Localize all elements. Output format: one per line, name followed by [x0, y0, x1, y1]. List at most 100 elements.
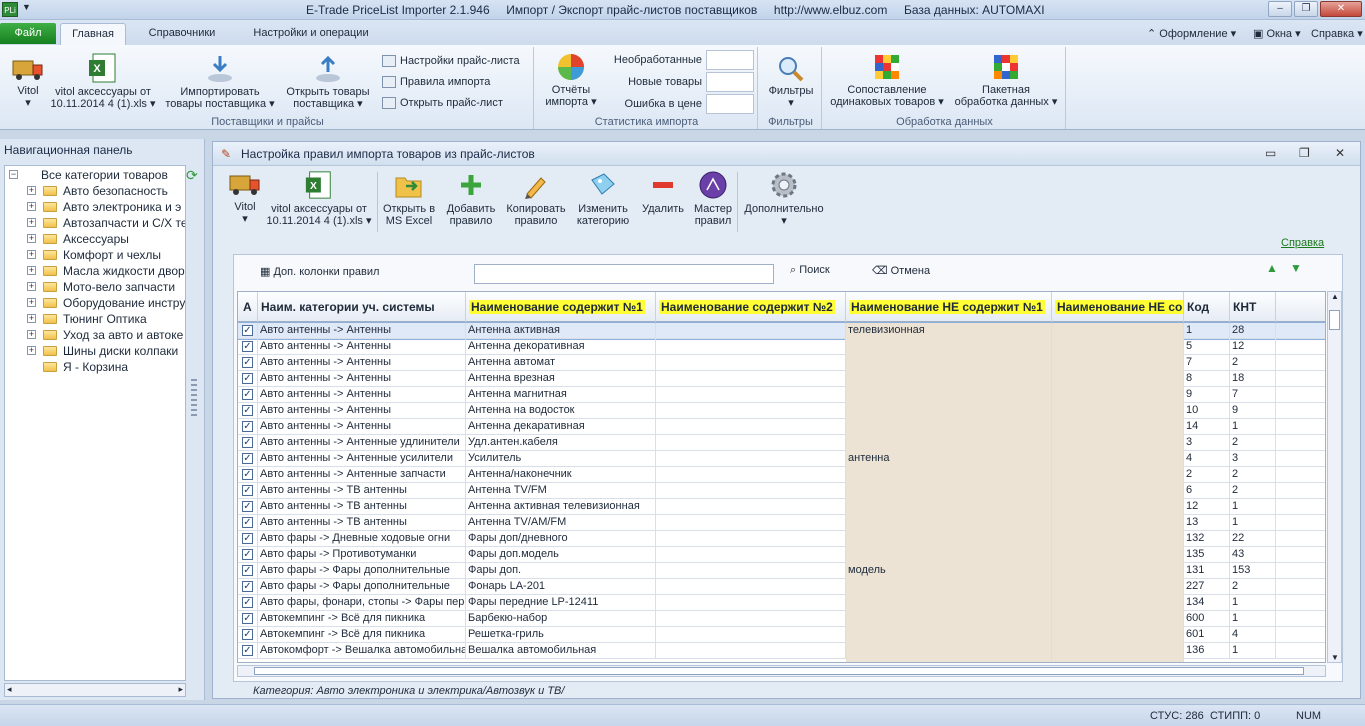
- table-cell[interactable]: 132: [1184, 531, 1230, 547]
- table-row[interactable]: ✓ Авто антенны -> Антенны Антенна автомат 7…: [238, 355, 1325, 371]
- column-header[interactable]: Наим. категории уч. системы: [258, 292, 466, 322]
- reports-button[interactable]: Отчёты импорта ▾: [540, 52, 602, 108]
- table-cell[interactable]: Автокемпинг -> Всё для пикника: [258, 627, 466, 643]
- table-cell[interactable]: [1052, 467, 1184, 483]
- tab-references[interactable]: Справочники: [136, 23, 228, 45]
- table-cell[interactable]: 1: [1230, 643, 1276, 659]
- table-cell[interactable]: 28: [1230, 323, 1276, 339]
- table-cell[interactable]: 43: [1230, 547, 1276, 563]
- table-cell[interactable]: Фары передние LP-12411: [466, 595, 656, 611]
- search-input[interactable]: [474, 264, 774, 284]
- row-checkbox[interactable]: ✓: [242, 453, 253, 464]
- table-cell[interactable]: [656, 547, 846, 563]
- table-cell[interactable]: 2: [1230, 355, 1276, 371]
- table-cell[interactable]: [1052, 515, 1184, 531]
- search-button[interactable]: ⌕ Поиск: [790, 264, 830, 277]
- move-up-icon[interactable]: ▲: [1266, 261, 1278, 275]
- compare-goods-button[interactable]: Сопоставление одинаковых товаров ▾: [826, 52, 948, 108]
- minimize-button[interactable]: ‒: [1268, 1, 1292, 17]
- restore-button[interactable]: ❐: [1294, 1, 1318, 17]
- scroll-up-icon[interactable]: ▲: [1331, 292, 1339, 301]
- table-cell[interactable]: [846, 579, 1052, 595]
- menu-help[interactable]: Справка ▾: [1311, 27, 1363, 40]
- row-checkbox[interactable]: ✓: [242, 549, 253, 560]
- table-row[interactable]: ✓ Авто фары -> Фары дополнительные Фонарь …: [238, 579, 1325, 595]
- table-row[interactable]: ✓ Авто фары -> Противотуманки Фары доп.мод…: [238, 547, 1325, 563]
- table-cell[interactable]: [1052, 387, 1184, 403]
- rules-wizard-button[interactable]: Мастер правил: [691, 170, 735, 227]
- extra-columns-button[interactable]: ▦ Доп. колонки правил: [260, 265, 379, 278]
- child-restore-button[interactable]: ❐: [1299, 146, 1310, 160]
- table-cell[interactable]: 3: [1184, 435, 1230, 451]
- table-cell[interactable]: Антенна автомат: [466, 355, 656, 371]
- table-cell[interactable]: 6: [1184, 483, 1230, 499]
- close-button[interactable]: ✕: [1320, 1, 1362, 17]
- price-file-button[interactable]: X vitol аксессуары от 10.11.2014 4 (1).xl…: [48, 52, 158, 110]
- table-cell[interactable]: Барбекю-набор: [466, 611, 656, 627]
- table-cell[interactable]: [1052, 611, 1184, 627]
- table-cell[interactable]: Авто антенны -> Антенны: [258, 339, 466, 355]
- table-cell[interactable]: [656, 563, 846, 579]
- table-cell[interactable]: 1: [1230, 515, 1276, 531]
- table-cell[interactable]: 7: [1230, 387, 1276, 403]
- table-cell[interactable]: [846, 643, 1052, 659]
- table-cell[interactable]: [1052, 579, 1184, 595]
- nav-horizontal-scrollbar[interactable]: ◂ ▸: [4, 683, 186, 697]
- table-cell[interactable]: 1: [1230, 611, 1276, 627]
- expand-icon[interactable]: +: [27, 282, 36, 291]
- cancel-search-button[interactable]: ⌫ Отмена: [872, 264, 930, 277]
- table-row[interactable]: ✓ Авто антенны -> Антенны Антенна декарати…: [238, 419, 1325, 435]
- import-rules-button[interactable]: Правила импорта: [382, 73, 490, 92]
- table-cell[interactable]: Авто фары -> Дневные ходовые огни: [258, 531, 466, 547]
- table-row[interactable]: ✓ Авто антенны -> Антенные удлинители Удл.…: [238, 435, 1325, 451]
- table-cell[interactable]: [1052, 627, 1184, 643]
- table-cell[interactable]: [846, 403, 1052, 419]
- table-cell[interactable]: Антенна на водосток: [466, 403, 656, 419]
- table-cell[interactable]: Авто антенны -> Антенны: [258, 387, 466, 403]
- help-link[interactable]: Справка: [1281, 237, 1324, 249]
- table-cell[interactable]: Авто фары -> Фары дополнительные: [258, 579, 466, 595]
- row-checkbox[interactable]: ✓: [242, 485, 253, 496]
- expand-icon[interactable]: +: [27, 298, 36, 307]
- row-checkbox[interactable]: ✓: [242, 421, 253, 432]
- table-cell[interactable]: Авто антенны -> Антенны: [258, 355, 466, 371]
- table-row[interactable]: ✓ Авто антенны -> ТВ антенны Антенна TV/FM…: [238, 483, 1325, 499]
- table-cell[interactable]: [656, 579, 846, 595]
- table-cell[interactable]: 153: [1230, 563, 1276, 579]
- table-cell[interactable]: [656, 467, 846, 483]
- table-cell[interactable]: Авто антенны -> Антенны: [258, 403, 466, 419]
- table-cell[interactable]: 2: [1230, 483, 1276, 499]
- table-row[interactable]: ✓ Авто фары -> Дневные ходовые огни Фары д…: [238, 531, 1325, 547]
- table-cell[interactable]: Авто фары -> Фары дополнительные: [258, 563, 466, 579]
- table-cell[interactable]: Антенна активная телевизионная: [466, 499, 656, 515]
- table-cell[interactable]: [1052, 643, 1184, 659]
- table-cell[interactable]: [656, 643, 846, 659]
- column-header[interactable]: Наименование НЕ со,: [1052, 292, 1184, 322]
- table-cell[interactable]: [656, 355, 846, 371]
- grid-vertical-scrollbar[interactable]: ▲ ▼: [1327, 291, 1342, 663]
- table-cell[interactable]: Фары доп.модель: [466, 547, 656, 563]
- table-cell[interactable]: [656, 403, 846, 419]
- table-cell[interactable]: [846, 627, 1052, 643]
- copy-rule-button[interactable]: Копировать правило: [503, 170, 569, 227]
- table-cell[interactable]: [656, 371, 846, 387]
- table-cell[interactable]: Удл.антен.кабеля: [466, 435, 656, 451]
- table-cell[interactable]: Авто антенны -> Антенны: [258, 371, 466, 387]
- table-row[interactable]: ✓ Авто антенны -> ТВ антенны Антенна TV/AM…: [238, 515, 1325, 531]
- vertical-scroll-thumb[interactable]: [1329, 310, 1340, 330]
- table-cell[interactable]: 1: [1230, 419, 1276, 435]
- row-checkbox[interactable]: ✓: [242, 501, 253, 512]
- table-cell[interactable]: модель: [846, 563, 1052, 579]
- horizontal-scroll-thumb[interactable]: [254, 667, 1304, 675]
- table-cell[interactable]: Антенна TV/FM: [466, 483, 656, 499]
- table-row[interactable]: ✓ Авто фары -> Фары дополнительные Фары до…: [238, 563, 1325, 579]
- table-cell[interactable]: 1: [1230, 499, 1276, 515]
- table-cell[interactable]: [656, 483, 846, 499]
- table-cell[interactable]: Авто антенны -> ТВ антенны: [258, 515, 466, 531]
- table-cell[interactable]: 601: [1184, 627, 1230, 643]
- table-cell[interactable]: 2: [1184, 467, 1230, 483]
- column-header[interactable]: Наименование содержит №2: [656, 292, 846, 322]
- price-settings-button[interactable]: Настройки прайс-листа: [382, 52, 520, 71]
- table-row[interactable]: ✓ Авто фары, фонари, стопы -> Фары пер Фар…: [238, 595, 1325, 611]
- table-cell[interactable]: Авто фары, фонари, стопы -> Фары пер: [258, 595, 466, 611]
